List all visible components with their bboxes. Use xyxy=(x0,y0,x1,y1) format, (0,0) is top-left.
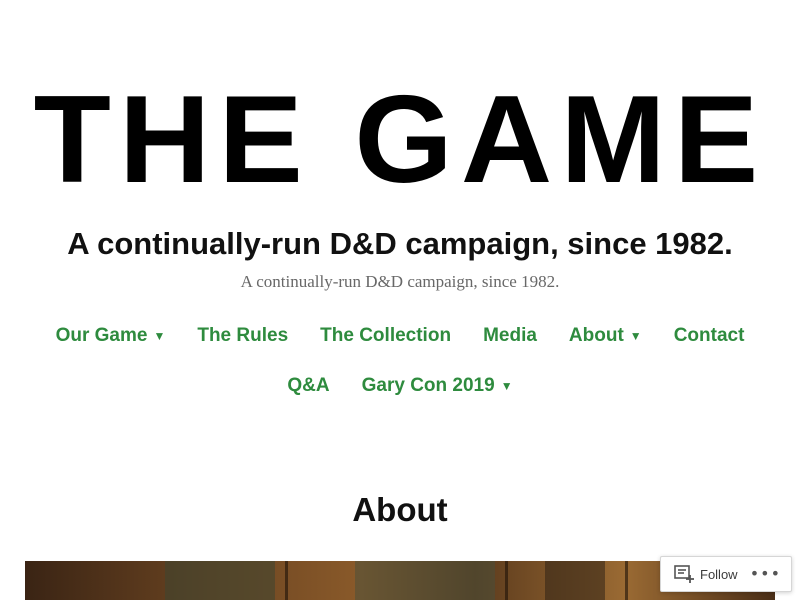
nav-item-gary-con-2019[interactable]: Gary Con 2019 ▼ xyxy=(362,372,513,400)
nav-item-about[interactable]: About ▼ xyxy=(569,322,642,350)
chevron-down-icon: ▼ xyxy=(153,329,166,343)
nav-item-qa[interactable]: Q&A xyxy=(287,372,329,400)
nav-item-the-rules[interactable]: The Rules xyxy=(197,322,288,350)
nav-item-contact[interactable]: Contact xyxy=(674,322,745,350)
chevron-down-icon: ▼ xyxy=(629,329,642,343)
nav-item-label: The Collection xyxy=(320,325,452,346)
site-logo[interactable]: THE GAME xyxy=(0,78,800,202)
chevron-down-icon: ▼ xyxy=(500,379,513,393)
page-title: About xyxy=(352,491,448,528)
site-title[interactable]: A continually-run D&D campaign, since 19… xyxy=(0,224,800,264)
site-tagline: A continually-run D&D campaign, since 19… xyxy=(240,272,560,291)
reader-follow-icon xyxy=(674,565,694,583)
more-ellipsis-icon[interactable]: ••• xyxy=(750,566,781,582)
nav-item-label: About xyxy=(568,325,624,346)
nav-item-label: Gary Con 2019 xyxy=(361,375,495,396)
nav-row-secondary: Q&A Gary Con 2019 ▼ xyxy=(0,372,800,400)
nav-item-label: Media xyxy=(483,325,537,346)
nav-item-our-game[interactable]: Our Game ▼ xyxy=(56,322,166,350)
nav-item-label: The Rules xyxy=(197,325,289,346)
nav-item-label: Q&A xyxy=(287,375,330,396)
nav-item-media[interactable]: Media xyxy=(483,322,537,350)
nav-item-label: Contact xyxy=(673,325,745,346)
follow-widget: Follow ••• xyxy=(660,556,792,592)
follow-label: Follow xyxy=(700,566,738,582)
follow-button[interactable]: Follow xyxy=(661,557,738,591)
nav-item-label: Our Game xyxy=(55,325,148,346)
nav-item-the-collection[interactable]: The Collection xyxy=(320,322,451,350)
nav-row-primary: Our Game ▼ The Rules The Collection Medi… xyxy=(0,322,800,350)
